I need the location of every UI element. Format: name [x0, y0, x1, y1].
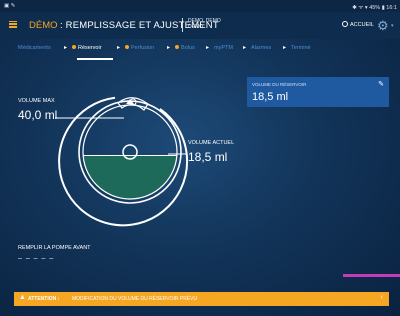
reservoir-volume-value: 18,5 ml — [252, 91, 289, 103]
progress-indicator — [343, 274, 400, 277]
volume-actuel-value: 18,5 ml — [188, 150, 228, 164]
alert-banner[interactable]: ▲ ATTENTION : MODIFICATION DU VOLUME DU … — [14, 292, 389, 306]
pencil-icon[interactable]: ✎ — [378, 80, 384, 88]
reservoir-volume-label: VOLUME DU RÉSERVOIR — [252, 82, 307, 87]
volume-max-value: 40,0 ml — [18, 108, 58, 122]
reservoir-volume-card[interactable]: VOLUME DU RÉSERVOIR 18,5 ml ✎ — [247, 77, 389, 107]
volume-max-label: VOLUME MAX — [18, 98, 55, 104]
chevron-left-icon[interactable]: ‹ — [381, 294, 383, 301]
reservoir-fluid-fill — [83, 155, 177, 199]
prefill-value: – – – – – — [18, 255, 55, 262]
alert-title: ATTENTION : — [28, 296, 60, 302]
alert-message: MODIFICATION DU VOLUME DU RÉSERVOIR PRÉV… — [72, 296, 198, 302]
volume-actuel-label: VOLUME ACTUEL — [188, 140, 235, 146]
warning-icon: ▲ — [19, 294, 26, 301]
prefill-label: REMPLIR LA POMPE AVANT — [18, 245, 91, 251]
